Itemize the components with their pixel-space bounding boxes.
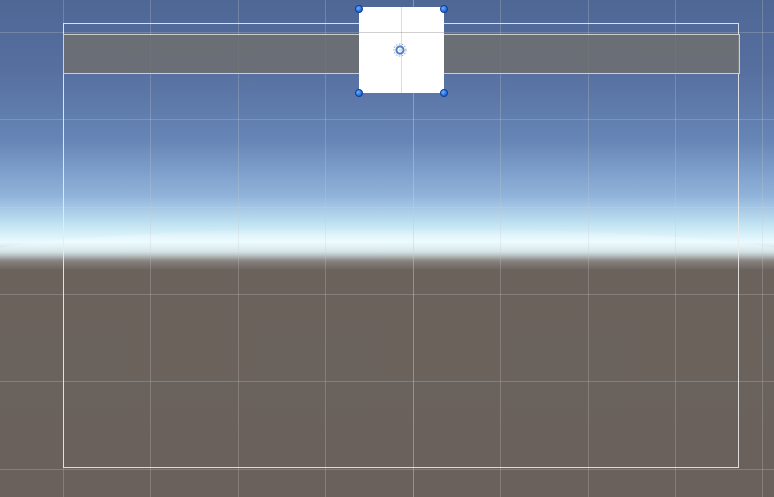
resize-handle-top-right[interactable] bbox=[440, 5, 448, 13]
image-center-guide bbox=[359, 32, 444, 33]
scene-view[interactable] bbox=[0, 0, 774, 497]
resize-handle-bottom-right[interactable] bbox=[440, 89, 448, 97]
grid-line bbox=[762, 0, 763, 497]
pivot-icon[interactable] bbox=[392, 42, 408, 58]
resize-handle-bottom-left[interactable] bbox=[355, 89, 363, 97]
grid-line bbox=[0, 469, 774, 470]
resize-handle-top-left[interactable] bbox=[355, 5, 363, 13]
